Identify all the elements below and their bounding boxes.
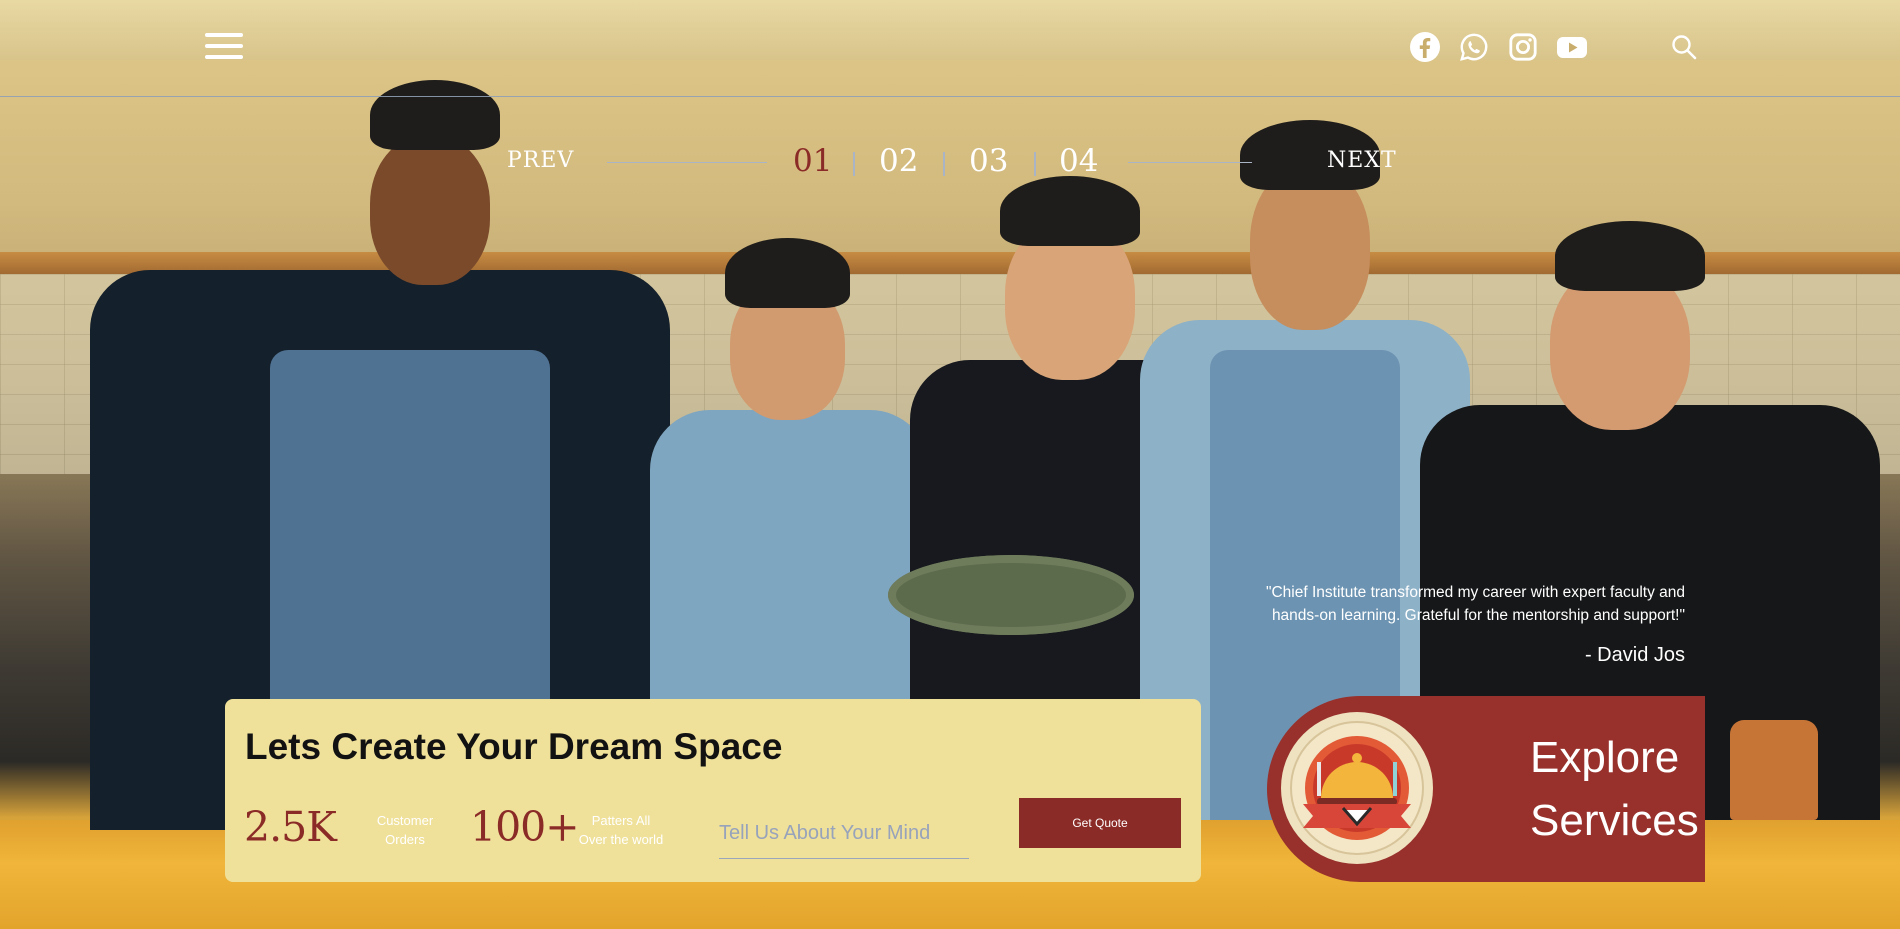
stat-label: Patters All Over the world [578,813,664,847]
page-03[interactable]: 03 [969,143,1008,179]
sauce-bottle [1730,720,1818,820]
site-header [0,0,1900,98]
page-04[interactable]: 04 [1059,143,1098,179]
whatsapp-icon[interactable] [1458,31,1490,63]
page-separator [943,152,945,176]
testimonial-author: - David Jos [1584,644,1685,666]
testimonial: "Chief Institute transformed my career w… [1245,582,1685,667]
stat-value: 100+ [470,803,580,851]
page-02[interactable]: 02 [879,143,918,179]
page-separator [853,152,855,176]
stat-value: 2.5K [244,803,337,851]
search-icon[interactable] [1671,34,1697,60]
explore-services-button[interactable]: Explore Services [1267,696,1705,882]
cta-title: Lets Create Your Dream Space [245,726,783,767]
stat-patters: 100+ Patters All Over the world [470,803,663,851]
next-button[interactable]: NEXT [1327,148,1397,173]
facebook-icon[interactable] [1409,31,1441,63]
explore-services-label: Explore Services [1530,733,1699,845]
social-links [1409,31,1588,65]
page-separator [1034,152,1036,176]
food-plate [888,555,1134,635]
stat-customer-orders: 2.5K Customer Orders [244,803,433,851]
serving-cloche-logo-icon [1281,712,1433,864]
header-divider [0,96,1900,97]
prev-button[interactable]: PREV [507,148,574,173]
slide-pager: PREV 01 02 03 04 NEXT [0,140,1900,184]
page-01[interactable]: 01 [793,143,832,179]
cta-card: Lets Create Your Dream Space 2.5K Custom… [225,699,1201,882]
youtube-icon[interactable] [1556,31,1588,63]
testimonial-quote: "Chief Institute transformed my career w… [1265,584,1685,624]
pager-line-left [607,162,767,163]
pager-line-right [1128,162,1252,163]
stat-label: Customer Orders [376,813,434,847]
get-quote-button[interactable]: Get Quote [1019,798,1181,848]
instagram-icon[interactable] [1507,31,1539,63]
mind-input[interactable] [719,809,969,859]
hamburger-menu-icon[interactable] [205,33,243,61]
